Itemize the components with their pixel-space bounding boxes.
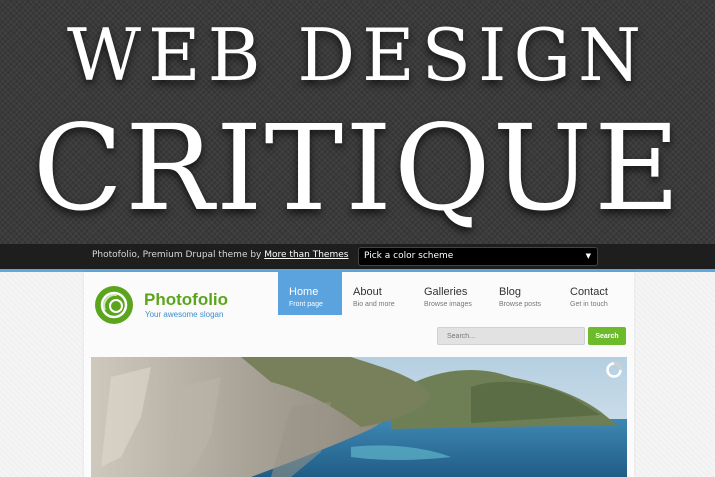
featured-photo — [91, 357, 627, 477]
nav-subtitle: Browse posts — [499, 301, 542, 308]
nav-title: Galleries — [424, 286, 468, 298]
demo-bar-prefix: Photofolio, Premium Drupal theme by — [92, 250, 265, 260]
search-button[interactable]: Search — [588, 327, 626, 345]
nav-item-about[interactable]: About Bio and more — [342, 272, 412, 315]
nav-item-blog[interactable]: Blog Browse posts — [488, 272, 558, 315]
nav-item-galleries[interactable]: Galleries Browse images — [413, 272, 487, 315]
photofolio-logo-icon[interactable] — [95, 286, 133, 324]
site-slogan: Your awesome slogan — [145, 310, 224, 319]
nav-subtitle: Front page — [289, 301, 323, 308]
site-preview: Photofolio Your awesome slogan Home Fron… — [0, 272, 715, 477]
nav-subtitle: Browse images — [424, 301, 472, 308]
site-name[interactable]: Photofolio — [144, 290, 228, 310]
nav-title: Contact — [570, 286, 608, 298]
nav-subtitle: Get in touch — [570, 301, 608, 308]
nav-title: About — [353, 286, 382, 298]
color-scheme-label: Pick a color scheme — [364, 251, 454, 261]
hero-banner: WEB DESIGN CRITIQUE — [0, 0, 715, 244]
nav-title: Blog — [499, 286, 522, 298]
nav-title: Home — [289, 286, 319, 298]
site-page: Photofolio Your awesome slogan Home Fron… — [84, 272, 634, 477]
demo-bar-text: Photofolio, Premium Drupal theme by More… — [92, 250, 348, 260]
slider-indicator-icon[interactable] — [606, 362, 622, 378]
nav-item-home[interactable]: Home Front page — [278, 272, 342, 315]
theme-demo-bar: Photofolio, Premium Drupal theme by More… — [0, 244, 715, 272]
nav-item-contact[interactable]: Contact Get in touch — [559, 272, 629, 315]
hero-title-line2: CRITIQUE — [32, 99, 683, 237]
more-than-themes-link[interactable]: More than Themes — [264, 250, 348, 260]
chevron-down-icon: ▼ — [585, 252, 591, 260]
color-scheme-select[interactable]: Pick a color scheme ▼ — [358, 247, 598, 266]
search-input[interactable] — [437, 327, 585, 345]
hero-title-line1: WEB DESIGN — [67, 13, 648, 97]
nav-subtitle: Bio and more — [353, 301, 395, 308]
